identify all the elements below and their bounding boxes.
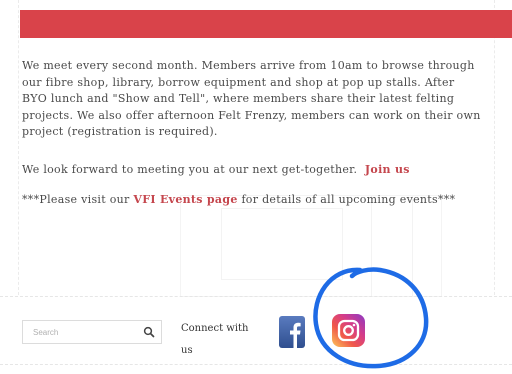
frame-line-right [494, 0, 495, 295]
connect-label: Connect with us [181, 323, 249, 356]
background-pattern [180, 195, 442, 297]
footer-divider [0, 296, 512, 297]
header-banner [20, 10, 512, 38]
events-suffix: for details of all upcoming events*** [241, 193, 456, 206]
events-paragraph: ***Please visit our VFI Events page for … [22, 192, 492, 209]
vfi-events-link[interactable]: VFI Events page [133, 193, 237, 206]
footer-bottom-divider [0, 364, 512, 365]
search-input[interactable] [23, 321, 137, 343]
join-us-link[interactable]: Join us [365, 163, 410, 176]
search-box [22, 320, 162, 344]
invite-text: We look forward to meeting you at our ne… [22, 163, 358, 176]
intro-paragraph: We meet every second month. Members arri… [22, 59, 481, 138]
facebook-icon[interactable] [279, 316, 305, 348]
invite-paragraph: We look forward to meeting you at our ne… [22, 162, 482, 179]
instagram-icon[interactable] [332, 314, 365, 347]
search-icon[interactable] [143, 326, 155, 338]
frame-line-left [18, 0, 19, 295]
events-prefix: ***Please visit our [22, 193, 130, 206]
